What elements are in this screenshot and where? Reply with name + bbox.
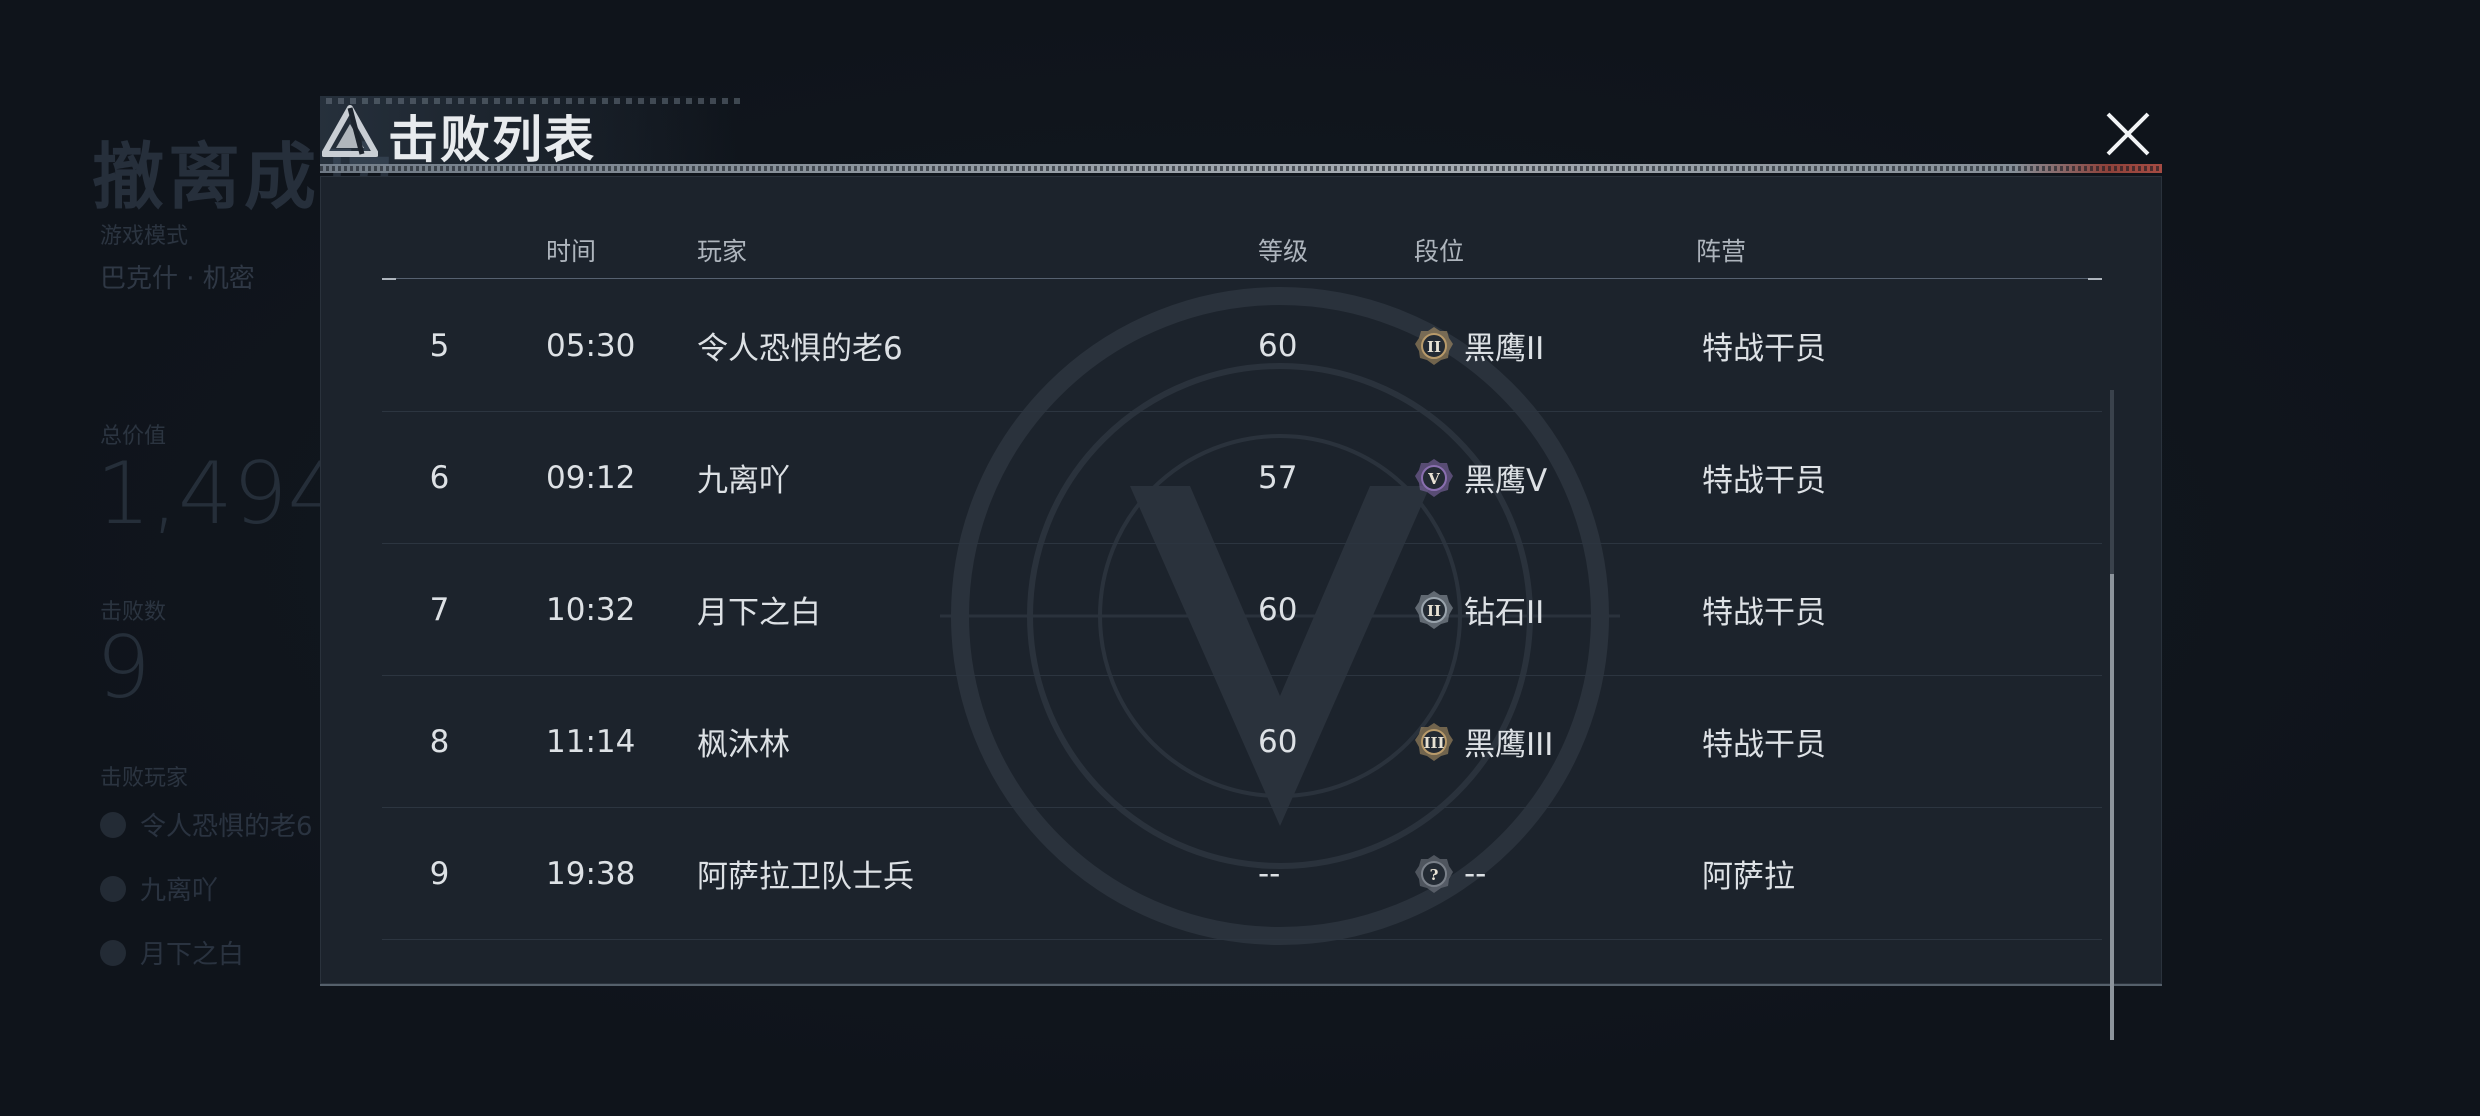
row-level: 60 <box>1258 327 1298 364</box>
row-faction: 特战干员 <box>1702 595 1826 631</box>
column-header-time: 时间 <box>546 237 597 266</box>
delta-logo-icon <box>322 105 378 157</box>
rank-badge-icon: V <box>1415 458 1453 497</box>
dialog-title: 击败列表 <box>388 111 596 169</box>
row-rank: ? -- <box>1414 808 1486 939</box>
row-rank: II 钻石II <box>1414 544 1544 675</box>
table-row[interactable]: 8 11:14 枫沐林 60 III 黑鹰III 特战干员 <box>382 676 2102 808</box>
row-rank-label: 黑鹰III <box>1464 727 1554 763</box>
rank-badge-icon: III <box>1415 722 1453 761</box>
row-player-name: 阿萨拉卫队士兵 <box>697 859 914 895</box>
avatar-icon <box>100 875 126 902</box>
close-icon[interactable] <box>2100 106 2156 162</box>
row-player-name: 九离吖 <box>697 463 790 499</box>
row-rank: III 黑鹰III <box>1414 676 1553 807</box>
bg-list-label: 击败玩家 <box>100 766 189 791</box>
column-header-level: 等级 <box>1258 237 1309 266</box>
row-index: 8 <box>429 723 450 760</box>
dialog-body: 时间 玩家 等级 段位 阵营 5 05:30 令人恐惧的老6 60 II 黑鹰II 特战干员… <box>320 176 2162 1040</box>
rank-badge-icon: II <box>1415 590 1453 629</box>
rank-badge-icon: ? <box>1415 854 1453 893</box>
row-player-name: 枫沐林 <box>697 727 790 763</box>
bg-stat2-value: 9 <box>96 618 151 718</box>
row-rank-label: 钻石II <box>1464 595 1545 631</box>
defeat-list-dialog: 击败列表 时间 玩家 等级 段位 阵营 5 05:30 令人恐惧的老6 60 II 黑鹰I… <box>320 96 2162 1040</box>
row-faction: 特战干员 <box>1702 331 1826 367</box>
row-index: 5 <box>429 327 450 364</box>
dialog-header: 击败列表 <box>320 96 2162 173</box>
rank-numeral: II <box>1427 602 1441 620</box>
rank-badge-icon: II <box>1415 326 1453 365</box>
bg-meta-label: 游戏模式 <box>100 224 189 249</box>
bg-list-item: 九离吖 <box>100 870 218 907</box>
table-row[interactable]: 7 10:32 月下之白 60 II 钻石II 特战干员 <box>382 544 2102 676</box>
row-player-name: 月下之白 <box>697 595 821 631</box>
bg-list-item: 令人恐惧的老6 <box>100 806 313 843</box>
row-player-name: 令人恐惧的老6 <box>697 331 903 367</box>
row-level: 57 <box>1258 459 1298 496</box>
rank-numeral: ? <box>1430 866 1439 884</box>
table-row[interactable]: 9 19:38 阿萨拉卫队士兵 --? -- 阿萨拉 <box>382 808 2102 940</box>
row-faction: 特战干员 <box>1702 463 1826 499</box>
rank-numeral: III <box>1423 734 1444 752</box>
rank-numeral: II <box>1427 338 1441 356</box>
row-rank: II 黑鹰II <box>1414 280 1544 411</box>
bg-meta-value: 巴克什 · 机密 <box>100 264 255 294</box>
row-rank-label: -- <box>1464 855 1487 892</box>
row-time: 11:14 <box>546 723 636 760</box>
row-time: 05:30 <box>546 327 636 364</box>
row-time: 10:32 <box>546 591 636 628</box>
row-time: 09:12 <box>546 459 636 496</box>
column-header-player: 玩家 <box>697 237 748 266</box>
row-rank-label: 黑鹰V <box>1464 463 1548 499</box>
row-level: 60 <box>1258 591 1298 628</box>
row-level: 60 <box>1258 723 1298 760</box>
table-header: 时间 玩家 等级 段位 阵营 <box>382 226 2102 280</box>
column-header-rank: 段位 <box>1414 237 1465 266</box>
row-index: 6 <box>429 459 450 496</box>
avatar-icon <box>100 939 126 966</box>
rank-numeral: V <box>1427 470 1440 488</box>
bg-list-item: 月下之白 <box>100 934 244 971</box>
column-header-faction: 阵营 <box>1696 237 1747 266</box>
avatar-icon <box>100 811 126 838</box>
scrollbar-thumb[interactable] <box>2110 574 2114 1040</box>
row-rank: V 黑鹰V <box>1414 412 1547 543</box>
row-level: -- <box>1258 855 1281 892</box>
row-index: 9 <box>429 855 450 892</box>
table-row[interactable]: 5 05:30 令人恐惧的老6 60 II 黑鹰II 特战干员 <box>382 280 2102 412</box>
table-row[interactable]: 6 09:12 九离吖 57 V 黑鹰V 特战干员 <box>382 412 2102 544</box>
header-bar-texture <box>320 166 2162 171</box>
row-index: 7 <box>429 591 450 628</box>
row-faction: 特战干员 <box>1702 727 1826 763</box>
row-rank-label: 黑鹰II <box>1464 331 1545 367</box>
row-faction: 阿萨拉 <box>1702 859 1795 895</box>
row-time: 19:38 <box>546 855 636 892</box>
